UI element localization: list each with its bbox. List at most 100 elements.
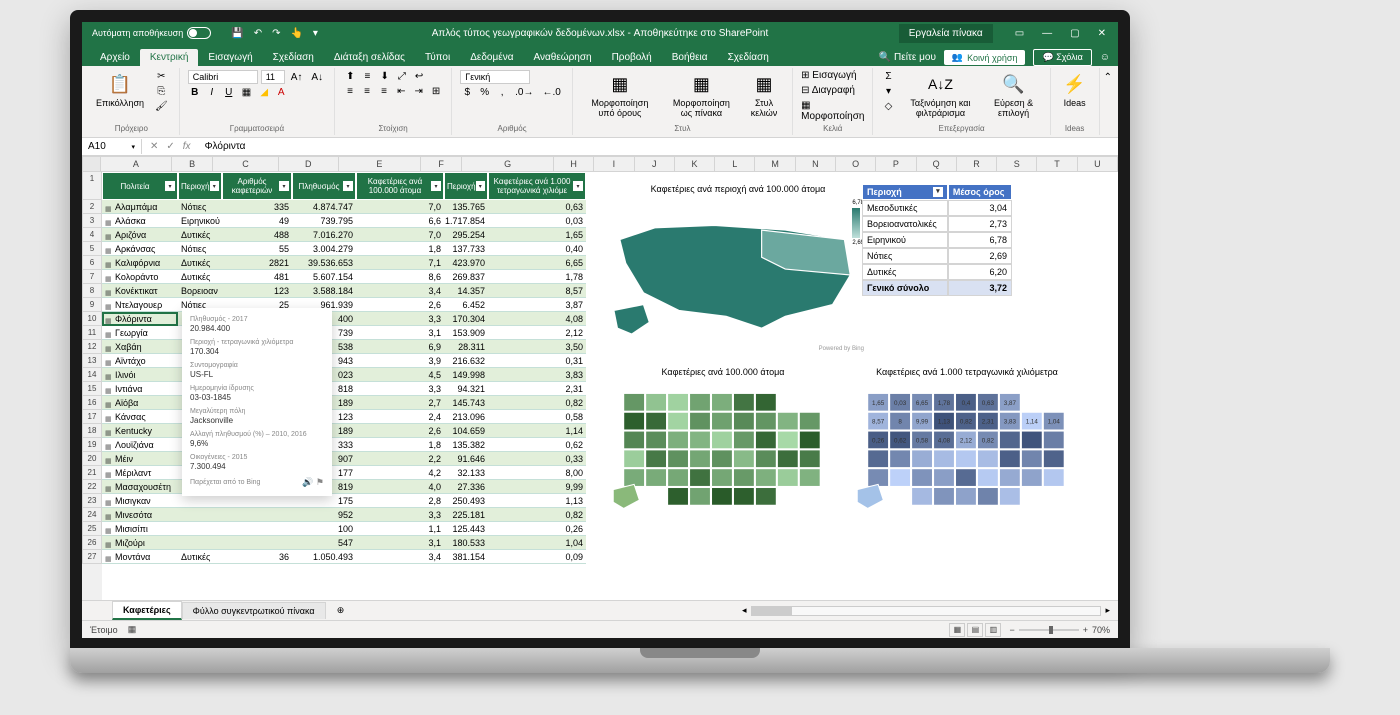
table-cell[interactable]: 3,83 — [488, 368, 586, 382]
table-cell[interactable]: 3,3 — [356, 312, 444, 326]
table-cell[interactable]: 180.533 — [444, 536, 488, 550]
column-header[interactable]: U — [1078, 156, 1118, 172]
column-header[interactable]: M — [755, 156, 795, 172]
row-header[interactable]: 20 — [82, 452, 102, 466]
comma-icon[interactable]: , — [495, 86, 509, 99]
table-cell[interactable]: 0,63 — [488, 200, 586, 214]
table-cell[interactable]: 14.357 — [444, 284, 488, 298]
table-cell[interactable]: 0,26 — [488, 522, 586, 536]
delete-cells-button[interactable]: ⊟ Διαγραφή — [801, 85, 855, 96]
pivot-row[interactable]: Δυτικές6,20 — [862, 264, 1012, 280]
table-cell[interactable]: 9,99 — [488, 480, 586, 494]
collapse-ribbon-icon[interactable]: ⌃ — [1104, 72, 1112, 83]
table-cell[interactable]: Νότιες — [178, 200, 222, 214]
insert-cells-button[interactable]: ⊞ Εισαγωγή — [801, 70, 856, 81]
table-cell[interactable]: 295.254 — [444, 228, 488, 242]
table-cell[interactable]: 0,62 — [488, 438, 586, 452]
clear-icon[interactable]: ◇ — [881, 100, 895, 113]
table-cell[interactable]: 5.607.154 — [292, 270, 356, 284]
name-box[interactable]: A10▾ — [82, 139, 142, 154]
filter-icon[interactable]: ▾ — [279, 181, 289, 191]
table-cell[interactable]: 1,14 — [488, 424, 586, 438]
page-break-view-icon[interactable]: ▥ — [985, 623, 1001, 637]
table-cell[interactable]: Δυτικές — [178, 256, 222, 270]
table-cell[interactable]: 0,82 — [488, 396, 586, 410]
table-cell[interactable]: 1,65 — [488, 228, 586, 242]
table-cell[interactable]: 0,09 — [488, 550, 586, 564]
table-cell[interactable]: Νότιες — [178, 242, 222, 256]
table-cell[interactable]: 6,65 — [488, 256, 586, 270]
increase-decimal-icon[interactable]: .0→ — [512, 86, 536, 99]
table-cell[interactable]: 3,50 — [488, 340, 586, 354]
table-cell[interactable]: 381.154 — [444, 550, 488, 564]
table-cell[interactable]: 94.321 — [444, 382, 488, 396]
bold-button[interactable]: B — [188, 86, 202, 99]
table-cell[interactable]: 3,9 — [356, 354, 444, 368]
table-cell[interactable]: 36 — [222, 550, 292, 564]
table-cell[interactable]: 225.181 — [444, 508, 488, 522]
cut-icon[interactable]: ✂ — [152, 70, 171, 83]
table-cell[interactable]: Ντελαγουερ — [102, 298, 178, 312]
column-header[interactable]: A — [101, 156, 172, 172]
touch-mode-icon[interactable]: 👆 — [290, 28, 302, 39]
table-cell[interactable]: 739.795 — [292, 214, 356, 228]
filter-icon[interactable]: ▾ — [343, 181, 353, 191]
row-header[interactable]: 4 — [82, 228, 102, 242]
table-cell[interactable]: 2,7 — [356, 396, 444, 410]
table-cell[interactable]: 8,6 — [356, 270, 444, 284]
table-cell[interactable]: 3,4 — [356, 284, 444, 298]
ribbon-tab[interactable]: Βοήθεια — [662, 49, 718, 66]
column-header[interactable]: L — [715, 156, 755, 172]
format-cells-button[interactable]: ▦ Μορφοποίηση — [801, 100, 864, 122]
tell-me-search[interactable]: 🔍 Πείτε μου — [879, 52, 936, 63]
table-cell[interactable]: Ειρηνικού — [178, 214, 222, 228]
pivot-row[interactable]: Βορειοανατολικές2,73 — [862, 216, 1012, 232]
table-cell[interactable]: Μισιγκαν — [102, 494, 178, 508]
table-header[interactable]: Καφετέριες ανά 100.000 άτομα▾ — [356, 172, 444, 200]
fill-icon[interactable]: ▾ — [881, 85, 895, 98]
row-header[interactable]: 13 — [82, 354, 102, 368]
column-header[interactable]: G — [462, 156, 554, 172]
column-header[interactable]: B — [172, 156, 213, 172]
font-color-icon[interactable]: A — [274, 86, 288, 99]
table-cell[interactable]: 269.837 — [444, 270, 488, 284]
redo-icon[interactable]: ↷ — [272, 28, 280, 39]
table-cell[interactable]: 488 — [222, 228, 292, 242]
table-cell[interactable]: 153.909 — [444, 326, 488, 340]
table-cell[interactable]: 3,1 — [356, 536, 444, 550]
table-cell[interactable]: 149.998 — [444, 368, 488, 382]
find-select-button[interactable]: 🔍Εύρεση & επιλογή — [985, 70, 1041, 120]
filter-icon[interactable]: ▾ — [476, 181, 485, 191]
table-cell[interactable]: 423.970 — [444, 256, 488, 270]
table-header[interactable]: Καφετέριες ανά 1.000 τετραγωνικά χιλιόμε… — [488, 172, 586, 200]
column-header[interactable]: P — [876, 156, 916, 172]
table-cell[interactable]: 137.733 — [444, 242, 488, 256]
row-header[interactable]: 21 — [82, 466, 102, 480]
column-header[interactable]: H — [554, 156, 594, 172]
table-cell[interactable]: Αριζόνα — [102, 228, 178, 242]
table-cell[interactable]: 2,6 — [356, 424, 444, 438]
table-cell[interactable]: 0,58 — [488, 410, 586, 424]
align-left-icon[interactable]: ≡ — [343, 85, 357, 98]
table-cell[interactable]: 2,31 — [488, 382, 586, 396]
table-cell[interactable]: 335 — [222, 200, 292, 214]
table-cell[interactable]: 175 — [292, 494, 356, 508]
table-cell[interactable]: 0,82 — [488, 508, 586, 522]
table-cell[interactable]: 55 — [222, 242, 292, 256]
table-cell[interactable]: Αϊόβα — [102, 396, 178, 410]
increase-indent-icon[interactable]: ⇥ — [411, 85, 425, 98]
row-header[interactable]: 7 — [82, 270, 102, 284]
table-cell[interactable]: 7.016.270 — [292, 228, 356, 242]
table-header[interactable]: Αριθμός καφετεριών▾ — [222, 172, 292, 200]
filter-icon[interactable]: ▾ — [165, 181, 175, 191]
percent-icon[interactable]: % — [477, 86, 492, 99]
currency-icon[interactable]: $ — [460, 86, 474, 99]
row-header[interactable]: 24 — [82, 508, 102, 522]
copy-icon[interactable]: ⎘ — [152, 85, 171, 98]
map-chart-left[interactable]: Καφετέριες ανά 100.000 άτομα — [608, 367, 838, 527]
table-cell[interactable]: 32.133 — [444, 466, 488, 480]
ribbon-tab[interactable]: Τύποι — [415, 49, 460, 66]
table-cell[interactable]: Λουϊζιάνα — [102, 438, 178, 452]
user-avatar-icon[interactable]: ☺ — [1100, 52, 1110, 63]
table-cell[interactable]: 4,0 — [356, 480, 444, 494]
